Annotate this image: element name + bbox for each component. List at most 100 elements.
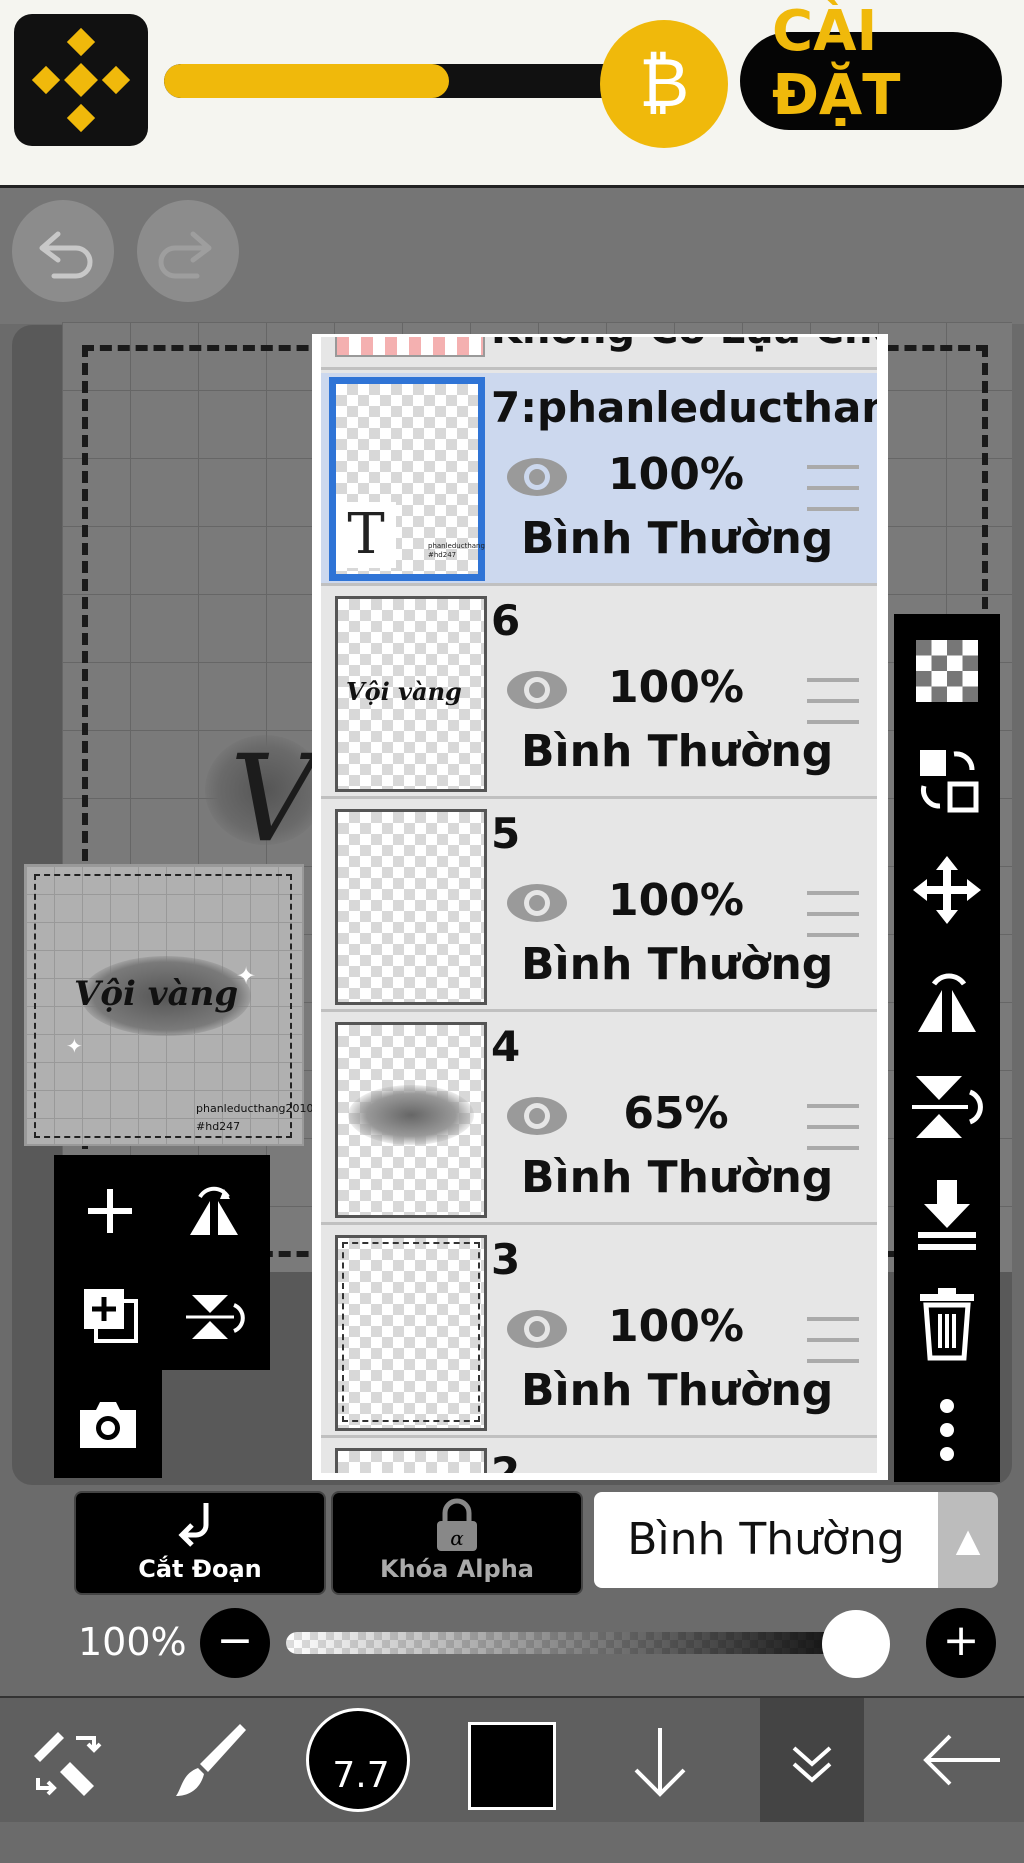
blend-mode-select[interactable]: Bình Thường <box>594 1492 938 1588</box>
layer-opacity: 100% <box>608 875 744 926</box>
flip-horizontal-icon <box>918 973 976 1032</box>
preview-title: Vội vàng <box>74 974 239 1014</box>
eye-icon[interactable] <box>505 455 569 499</box>
layer-panel-toggle-button[interactable] <box>760 1698 864 1822</box>
thumb-title: Vội vàng <box>346 677 462 706</box>
binance-logo-icon[interactable] <box>14 14 148 146</box>
layer-row[interactable]: Vội vàng 6 100% Bình Thường <box>321 586 877 799</box>
layer-blend-mode: Bình Thường <box>521 726 834 777</box>
layer-opacity: 100% <box>608 662 744 713</box>
drag-handle-icon[interactable] <box>807 465 859 511</box>
more-vertical-icon <box>940 1399 954 1461</box>
layers-list[interactable]: Không Có Lựa Chọn T phanleducthang #hd24… <box>321 337 877 1473</box>
layer-down-button[interactable] <box>610 1698 710 1822</box>
arrow-down-icon <box>634 1728 686 1797</box>
layer-blend-mode: Bình Thường <box>521 513 834 564</box>
minus-icon: − <box>216 1615 254 1666</box>
selection-layer-label: Không Có Lựa Chọn <box>491 337 877 353</box>
redo-icon <box>158 231 212 279</box>
color-swatch[interactable] <box>468 1722 556 1810</box>
trash-icon <box>920 1288 974 1361</box>
ad-progress-fill <box>164 64 450 98</box>
text-layer-icon: T <box>336 502 396 568</box>
selection-layer-row[interactable]: Không Có Lựa Chọn <box>321 337 877 370</box>
canvas-navigator-preview[interactable]: Vội vàng phanleducthang2010 #hd247 ✦ ✦ <box>24 864 313 1146</box>
redo-button[interactable] <box>137 200 239 302</box>
layer-opacity: 100% <box>608 1301 744 1352</box>
merge-down-button[interactable] <box>894 1166 1000 1262</box>
blend-mode-value: Bình Thường <box>627 1514 905 1565</box>
more-options-button[interactable] <box>894 1382 1000 1478</box>
drag-handle-icon[interactable] <box>807 1317 859 1363</box>
layer-row[interactable]: 4 65% Bình Thường <box>321 1012 877 1225</box>
camera-icon <box>80 1402 136 1448</box>
layer-blend-mode: Bình Thường <box>521 1365 834 1416</box>
layer-row[interactable]: T phanleducthang #hd247 7:phanleducthang… <box>321 373 877 586</box>
thumb-credit: phanleducthang #hd247 <box>428 542 485 559</box>
canvas-text-fragment: V <box>230 730 317 869</box>
ad-banner[interactable]: ₿ CÀI ĐẶT <box>0 0 1024 188</box>
ad-progress-bar <box>164 64 624 98</box>
alpha-lock-label: Khóa Alpha <box>380 1555 534 1583</box>
undo-icon <box>39 231 93 279</box>
flip-layer-vertical-button[interactable] <box>894 1058 1000 1154</box>
clipping-label: Cắt Đoạn <box>138 1555 262 1583</box>
thumb-border <box>342 1242 480 1422</box>
clipping-icon <box>76 1497 324 1557</box>
flip-vertical-button[interactable] <box>164 1265 264 1365</box>
layers-panel[interactable]: Không Có Lựa Chọn T phanleducthang #hd24… <box>312 334 888 1480</box>
opacity-decrease-button[interactable]: − <box>200 1608 270 1678</box>
arrow-left-icon <box>923 1734 1000 1786</box>
bottom-toolbar: 7.7 <box>0 1696 1024 1822</box>
opacity-slider[interactable] <box>286 1632 886 1654</box>
brush-eraser-swap-icon <box>34 1732 102 1796</box>
sparkle-icon: ✦ <box>66 1034 83 1058</box>
tool-switch-button[interactable] <box>14 1698 114 1822</box>
chevron-double-down-icon <box>792 1746 832 1783</box>
delete-layer-button[interactable] <box>894 1274 1000 1370</box>
add-layer-button[interactable] <box>60 1161 160 1261</box>
layer-row[interactable]: 2 <box>321 1438 877 1473</box>
brush-size-value: 7.7 <box>332 1755 390 1796</box>
layer-opacity: 65% <box>623 1088 729 1139</box>
camera-button[interactable] <box>58 1374 158 1474</box>
brush-size-button[interactable]: 7.7 <box>306 1708 410 1812</box>
opacity-slider-thumb[interactable] <box>822 1610 890 1678</box>
eye-icon[interactable] <box>505 668 569 712</box>
install-button-label[interactable]: CÀI ĐẶT <box>772 0 912 128</box>
layer-name: 4 <box>491 1022 521 1071</box>
transparency-button[interactable] <box>894 624 1000 720</box>
drag-handle-icon[interactable] <box>807 1104 859 1150</box>
alpha-lock-button[interactable]: α Khóa Alpha <box>331 1491 583 1595</box>
layer-name: 7:phanleducthang <box>491 383 877 432</box>
svg-text:α: α <box>450 1526 464 1550</box>
layer-name: 3 <box>491 1235 521 1284</box>
plus-icon <box>88 1189 132 1233</box>
blend-mode-dropdown-button[interactable]: ▲ <box>938 1492 998 1588</box>
back-button[interactable] <box>906 1698 1016 1822</box>
drag-handle-icon[interactable] <box>807 891 859 937</box>
layer-blend-mode: Bình Thường <box>521 1152 834 1203</box>
eye-icon[interactable] <box>505 1307 569 1351</box>
preview-tag: #hd247 <box>196 1120 241 1133</box>
eye-icon[interactable] <box>505 1094 569 1138</box>
layer-blend-mode: Bình Thường <box>521 939 834 990</box>
triangle-up-icon: ▲ <box>955 1521 981 1559</box>
clipping-button[interactable]: Cắt Đoạn <box>74 1491 326 1595</box>
layer-thumbnail <box>335 809 487 1005</box>
layer-row[interactable]: 3 100% Bình Thường <box>321 1225 877 1438</box>
layer-row[interactable]: 5 100% Bình Thường <box>321 799 877 1012</box>
undo-button[interactable] <box>12 200 114 302</box>
flip-horizontal-icon <box>190 1186 238 1235</box>
flip-horizontal-button[interactable] <box>164 1161 264 1261</box>
opacity-increase-button[interactable]: + <box>926 1608 996 1678</box>
eye-icon[interactable] <box>505 881 569 925</box>
camera-panel <box>54 1370 162 1478</box>
brush-tool-button[interactable] <box>160 1698 260 1822</box>
swap-layers-button[interactable] <box>894 734 1000 830</box>
drag-handle-icon[interactable] <box>807 678 859 724</box>
add-layer-copy-button[interactable] <box>60 1265 160 1365</box>
flip-layer-horizontal-button[interactable] <box>894 950 1000 1046</box>
move-button[interactable] <box>894 842 1000 938</box>
thumb-cloud <box>348 1085 474 1145</box>
